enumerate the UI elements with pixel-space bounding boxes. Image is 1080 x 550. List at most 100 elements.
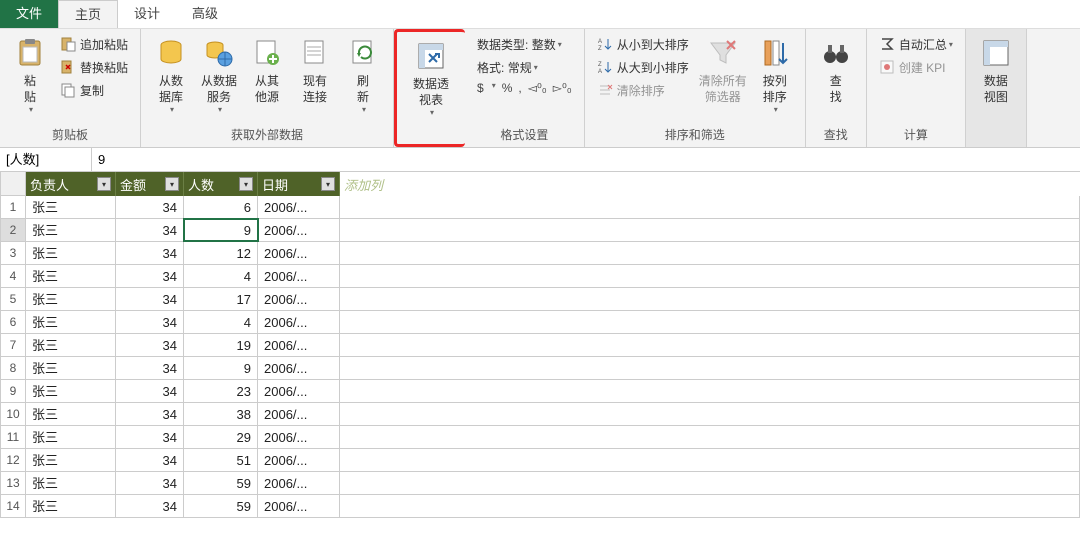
copy-button[interactable]: 复制 bbox=[54, 79, 134, 101]
row-header[interactable]: 7 bbox=[0, 334, 26, 357]
row-header[interactable]: 2 bbox=[0, 219, 26, 242]
cell-empty[interactable] bbox=[340, 449, 1080, 471]
col-header-owner[interactable]: 负责人 bbox=[26, 172, 116, 196]
cell-count[interactable]: 51 bbox=[184, 449, 258, 471]
cell-amount[interactable]: 34 bbox=[116, 449, 184, 471]
row-header[interactable]: 14 bbox=[0, 495, 26, 518]
cell-count[interactable]: 59 bbox=[184, 472, 258, 494]
cell-owner[interactable]: 张三 bbox=[26, 311, 116, 333]
cell-empty[interactable] bbox=[340, 311, 1080, 333]
row-header[interactable]: 10 bbox=[0, 403, 26, 426]
row-header[interactable]: 4 bbox=[0, 265, 26, 288]
cell-owner[interactable]: 张三 bbox=[26, 265, 116, 287]
row-header[interactable]: 8 bbox=[0, 357, 26, 380]
row-header[interactable]: 3 bbox=[0, 242, 26, 265]
cell-owner[interactable]: 张三 bbox=[26, 403, 116, 425]
cell-empty[interactable] bbox=[340, 196, 1080, 218]
row-header[interactable]: 6 bbox=[0, 311, 26, 334]
col-header-add[interactable]: 添加列 bbox=[340, 172, 1080, 196]
select-all-corner[interactable] bbox=[0, 172, 26, 196]
refresh-button[interactable]: 刷 新▾ bbox=[339, 33, 387, 116]
cell-date[interactable]: 2006/... bbox=[258, 219, 340, 241]
cell-date[interactable]: 2006/... bbox=[258, 380, 340, 402]
cell-count[interactable]: 12 bbox=[184, 242, 258, 264]
tab-design[interactable]: 设计 bbox=[118, 0, 176, 28]
inc-decimal-button[interactable]: ◅⁰₀ bbox=[528, 81, 547, 95]
cell-amount[interactable]: 34 bbox=[116, 403, 184, 425]
cell-owner[interactable]: 张三 bbox=[26, 472, 116, 494]
pivot-chart-button[interactable]: 数据 视图 bbox=[972, 33, 1020, 105]
sort-desc-button[interactable]: ZA从大到小排序 bbox=[591, 56, 695, 78]
row-header[interactable]: 9 bbox=[0, 380, 26, 403]
cell-amount[interactable]: 34 bbox=[116, 380, 184, 402]
cell-empty[interactable] bbox=[340, 380, 1080, 402]
tab-home[interactable]: 主页 bbox=[58, 0, 118, 28]
cell-owner[interactable]: 张三 bbox=[26, 357, 116, 379]
paste-button[interactable]: 粘 贴▾ bbox=[6, 33, 54, 116]
cell-count[interactable]: 38 bbox=[184, 403, 258, 425]
cell-owner[interactable]: 张三 bbox=[26, 219, 116, 241]
formula-input[interactable]: 9 bbox=[92, 148, 1080, 171]
autosum-button[interactable]: 自动汇总▾ bbox=[873, 33, 959, 55]
col-header-amount[interactable]: 金额 bbox=[116, 172, 184, 196]
cell-date[interactable]: 2006/... bbox=[258, 403, 340, 425]
cell-empty[interactable] bbox=[340, 495, 1080, 517]
row-header[interactable]: 11 bbox=[0, 426, 26, 449]
cell-amount[interactable]: 34 bbox=[116, 219, 184, 241]
cell-amount[interactable]: 34 bbox=[116, 357, 184, 379]
kpi-button[interactable]: 创建 KPI bbox=[873, 56, 959, 78]
col-header-date[interactable]: 日期 bbox=[258, 172, 340, 196]
append-paste-button[interactable]: 追加粘贴 bbox=[54, 33, 134, 55]
name-box[interactable]: [人数] bbox=[0, 148, 92, 171]
cell-amount[interactable]: 34 bbox=[116, 196, 184, 218]
filter-icon[interactable] bbox=[97, 177, 111, 191]
format-row[interactable]: 格式: 常规▾ bbox=[471, 56, 578, 78]
cell-owner[interactable]: 张三 bbox=[26, 242, 116, 264]
cell-amount[interactable]: 34 bbox=[116, 334, 184, 356]
cell-date[interactable]: 2006/... bbox=[258, 426, 340, 448]
cell-empty[interactable] bbox=[340, 472, 1080, 494]
cell-date[interactable]: 2006/... bbox=[258, 495, 340, 517]
cell-amount[interactable]: 34 bbox=[116, 495, 184, 517]
tab-file[interactable]: 文件 bbox=[0, 0, 58, 28]
cell-owner[interactable]: 张三 bbox=[26, 288, 116, 310]
row-header[interactable]: 12 bbox=[0, 449, 26, 472]
cell-date[interactable]: 2006/... bbox=[258, 334, 340, 356]
replace-paste-button[interactable]: 替换粘贴 bbox=[54, 56, 134, 78]
sort-asc-button[interactable]: AZ从小到大排序 bbox=[591, 33, 695, 55]
cell-owner[interactable]: 张三 bbox=[26, 196, 116, 218]
cell-empty[interactable] bbox=[340, 219, 1080, 241]
filter-icon[interactable] bbox=[165, 177, 179, 191]
cell-date[interactable]: 2006/... bbox=[258, 357, 340, 379]
sort-by-col-button[interactable]: 按列 排序▾ bbox=[751, 33, 799, 116]
cell-empty[interactable] bbox=[340, 242, 1080, 264]
cell-count[interactable]: 17 bbox=[184, 288, 258, 310]
cell-empty[interactable] bbox=[340, 334, 1080, 356]
percent-button[interactable]: % bbox=[502, 81, 513, 95]
cell-owner[interactable]: 张三 bbox=[26, 495, 116, 517]
cell-empty[interactable] bbox=[340, 403, 1080, 425]
clear-filters-button[interactable]: 清除所有 筛选器 bbox=[695, 33, 751, 105]
cell-date[interactable]: 2006/... bbox=[258, 311, 340, 333]
row-header[interactable]: 1 bbox=[0, 196, 26, 219]
cell-date[interactable]: 2006/... bbox=[258, 265, 340, 287]
cell-amount[interactable]: 34 bbox=[116, 265, 184, 287]
cell-empty[interactable] bbox=[340, 357, 1080, 379]
cell-owner[interactable]: 张三 bbox=[26, 334, 116, 356]
cell-amount[interactable]: 34 bbox=[116, 311, 184, 333]
clear-sort-button[interactable]: 清除排序 bbox=[591, 79, 695, 101]
existing-conn-button[interactable]: 现有 连接 bbox=[291, 33, 339, 105]
cell-count[interactable]: 59 bbox=[184, 495, 258, 517]
cell-date[interactable]: 2006/... bbox=[258, 242, 340, 264]
cell-amount[interactable]: 34 bbox=[116, 426, 184, 448]
cell-date[interactable]: 2006/... bbox=[258, 288, 340, 310]
cell-owner[interactable]: 张三 bbox=[26, 380, 116, 402]
cell-empty[interactable] bbox=[340, 288, 1080, 310]
cell-date[interactable]: 2006/... bbox=[258, 449, 340, 471]
cell-empty[interactable] bbox=[340, 426, 1080, 448]
cell-count[interactable]: 4 bbox=[184, 311, 258, 333]
cell-count[interactable]: 6 bbox=[184, 196, 258, 218]
comma-button[interactable]: , bbox=[518, 81, 521, 95]
cell-amount[interactable]: 34 bbox=[116, 242, 184, 264]
cell-count[interactable]: 9 bbox=[184, 357, 258, 379]
